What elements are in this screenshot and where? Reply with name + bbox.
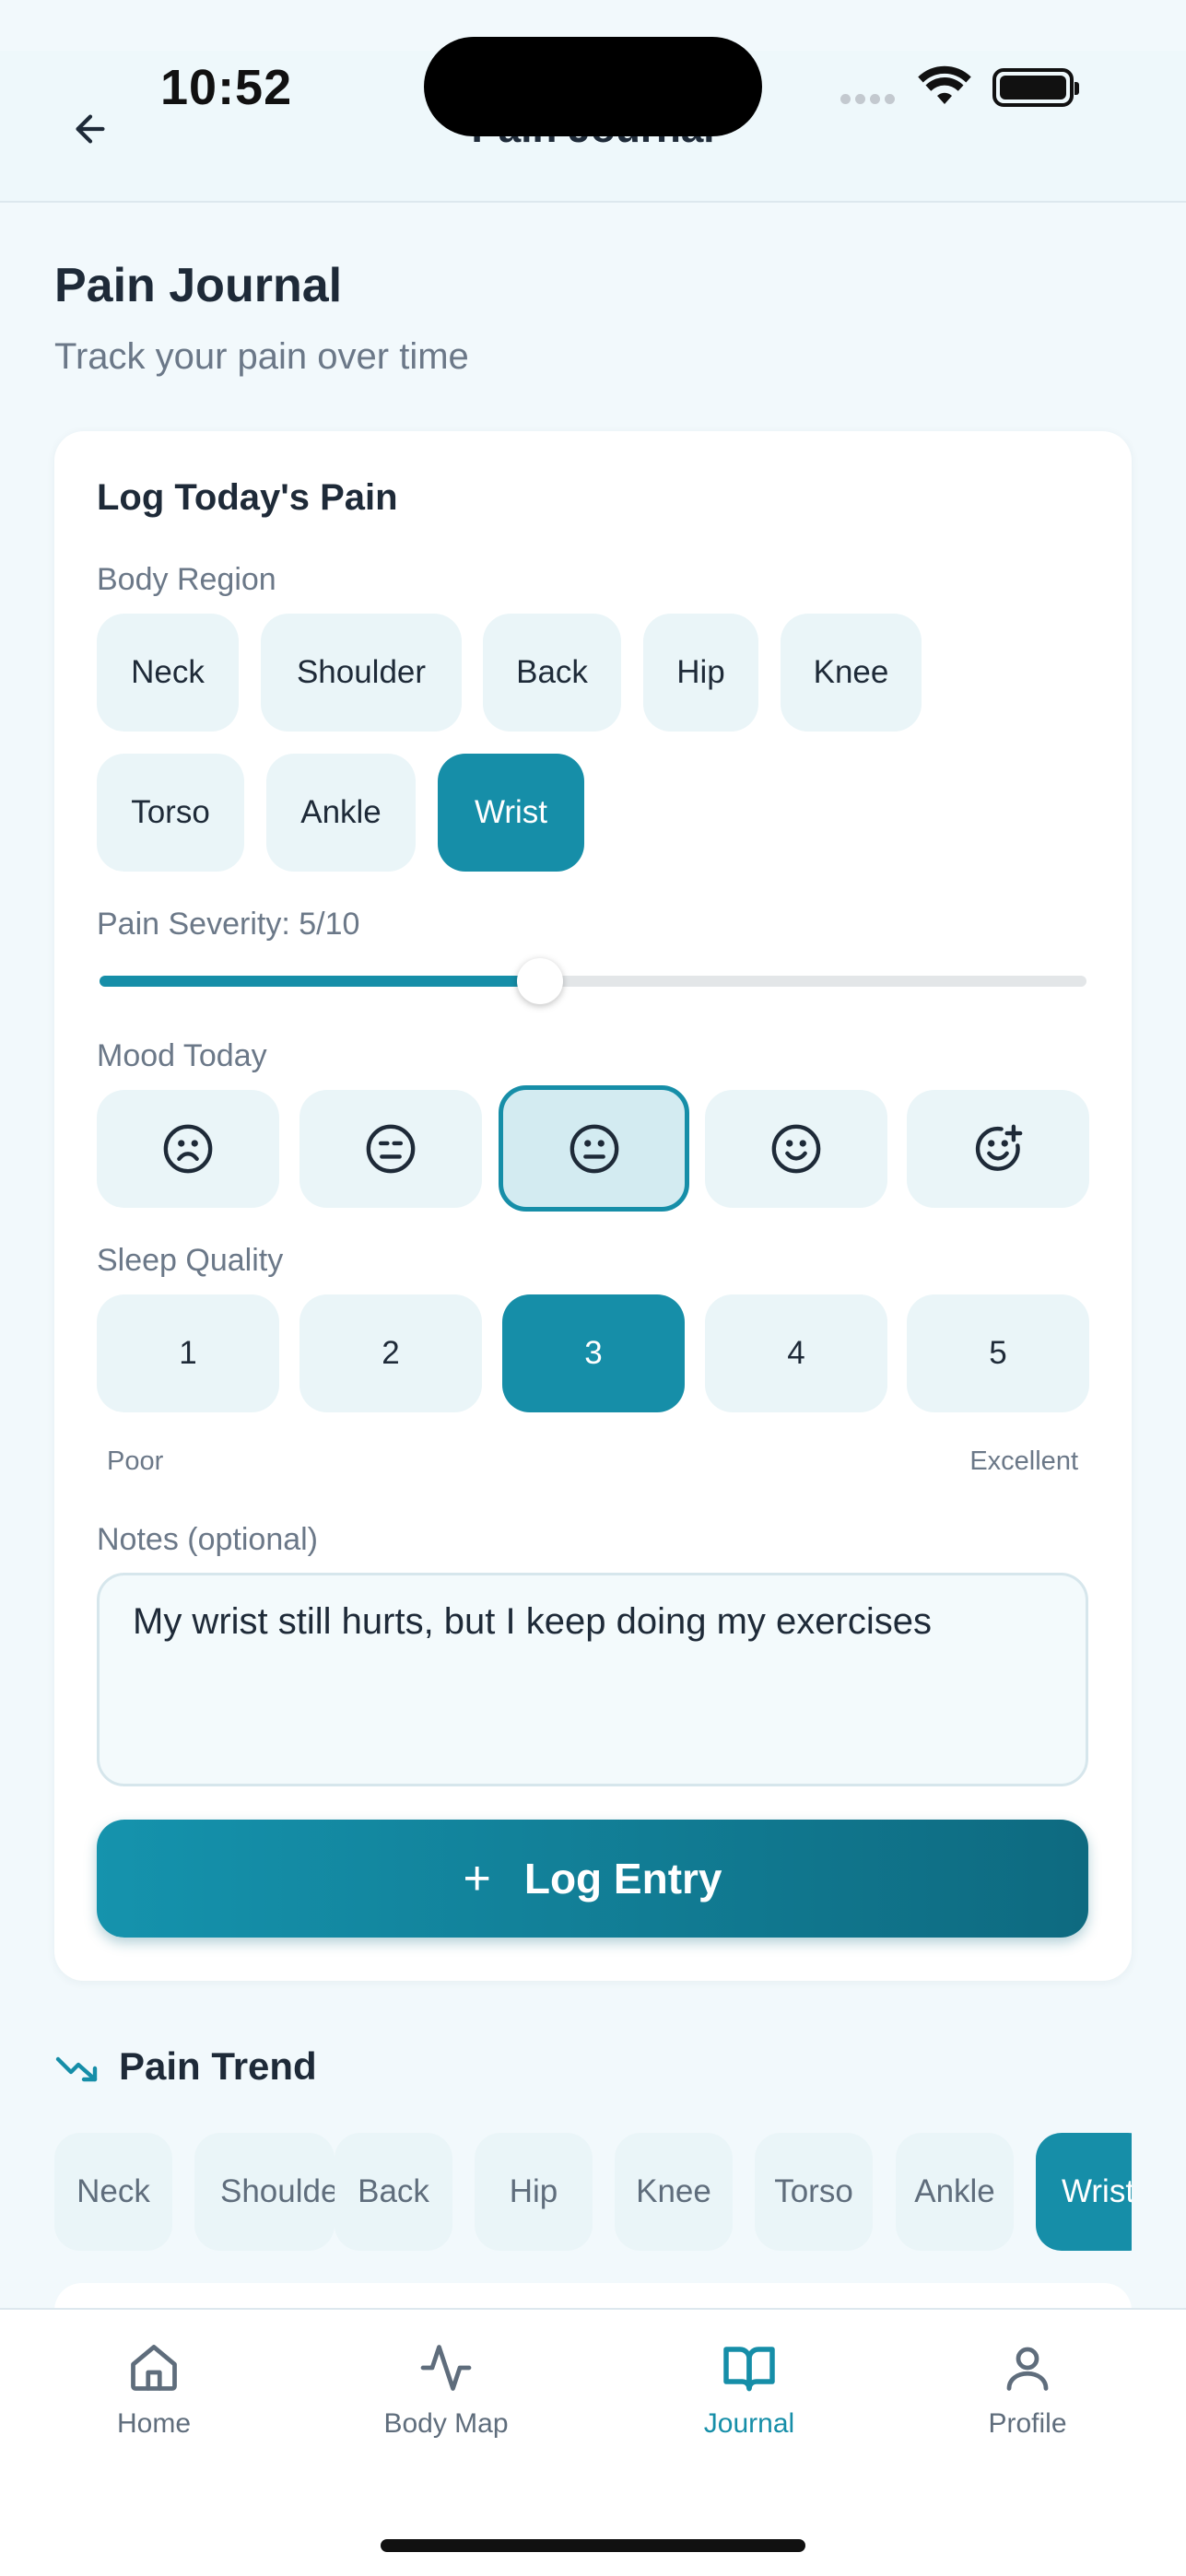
log-card-title: Log Today's Pain	[97, 477, 398, 518]
trend-chip-torso[interactable]: Torso	[755, 2133, 873, 2251]
tab-body-map-label: Body Map	[383, 2408, 509, 2439]
region-chip-hip[interactable]: Hip	[643, 614, 758, 732]
notes-label: Notes (optional)	[97, 1522, 319, 1557]
region-chip-back[interactable]: Back	[483, 614, 621, 732]
activity-icon	[420, 2345, 472, 2391]
mood-option-4[interactable]	[705, 1090, 887, 1208]
very-happy-face-icon	[975, 1124, 1023, 1171]
very-sad-face-icon	[163, 1124, 213, 1174]
sleep-scale-low: Poor	[107, 1446, 164, 1476]
book-open-icon	[723, 2347, 775, 2392]
neutral-face-icon	[570, 1124, 618, 1173]
trending-down-icon	[55, 2056, 98, 2082]
tab-profile[interactable]: Profile	[908, 2340, 1147, 2440]
trend-chip-knee[interactable]: Knee	[615, 2133, 733, 2251]
mood-option-3[interactable]	[499, 1085, 689, 1212]
region-chip-torso[interactable]: Torso	[97, 754, 244, 872]
pain-trend-title: Pain Trend	[119, 2044, 317, 2088]
sleep-option-1[interactable]: 1	[97, 1294, 279, 1412]
trend-chip-shoulder[interactable]: Shoulder	[194, 2133, 335, 2251]
notes-textarea[interactable]: My wrist still hurts, but I keep doing m…	[97, 1573, 1088, 1786]
sleep-scale-high: Excellent	[969, 1446, 1078, 1476]
sleep-option-3[interactable]: 3	[502, 1294, 685, 1412]
mood-option-5[interactable]	[907, 1090, 1089, 1208]
trend-chip-hip[interactable]: Hip	[475, 2133, 593, 2251]
tab-body-map[interactable]: Body Map	[326, 2340, 566, 2440]
cellular-signal-icon	[840, 92, 899, 109]
page-subtitle: Track your pain over time	[54, 336, 469, 377]
severity-slider-thumb[interactable]	[517, 958, 563, 1004]
region-chip-shoulder[interactable]: Shoulder	[261, 614, 462, 732]
region-chip-knee[interactable]: Knee	[781, 614, 922, 732]
trend-chip-neck[interactable]: Neck	[54, 2133, 172, 2251]
log-entry-label: Log Entry	[523, 1855, 722, 1903]
tab-profile-label: Profile	[988, 2408, 1067, 2439]
pain-trend-header: Pain Trend	[54, 2044, 317, 2089]
home-icon	[131, 2345, 177, 2391]
page-title: Pain Journal	[54, 259, 343, 312]
trend-chip-ankle[interactable]: Ankle	[896, 2133, 1014, 2251]
region-chip-ankle[interactable]: Ankle	[266, 754, 416, 872]
tab-journal-label: Journal	[703, 2408, 795, 2439]
mood-option-2[interactable]	[299, 1090, 482, 1208]
status-bar: 10:52	[0, 0, 1186, 136]
user-icon	[1006, 2347, 1049, 2391]
tab-home-label: Home	[116, 2408, 192, 2439]
sleep-option-2[interactable]: 2	[299, 1294, 482, 1412]
severity-label: Pain Severity: 5/10	[97, 907, 360, 942]
status-time: 10:52	[160, 60, 293, 115]
wifi-icon	[918, 65, 971, 104]
mood-label: Mood Today	[97, 1038, 267, 1073]
trend-chip-wrist[interactable]: Wrist	[1036, 2133, 1132, 2251]
happy-face-icon	[771, 1124, 821, 1174]
sleep-label: Sleep Quality	[97, 1243, 284, 1278]
tab-journal[interactable]: Journal	[629, 2340, 869, 2440]
home-indicator	[381, 2539, 805, 2552]
trend-chip-back[interactable]: Back	[335, 2133, 452, 2251]
region-chip-wrist[interactable]: Wrist	[438, 754, 584, 872]
region-chip-neck[interactable]: Neck	[97, 614, 239, 732]
tab-home[interactable]: Home	[34, 2340, 274, 2440]
battery-icon	[992, 68, 1079, 107]
plus-icon: +	[463, 1852, 491, 1905]
severity-slider-fill	[100, 976, 540, 987]
body-region-label: Body Region	[97, 562, 276, 597]
trend-region-scroller[interactable]: Neck Shoulder Back Hip Knee Torso Ankle …	[54, 2119, 1132, 2266]
log-entry-button[interactable]: + Log Entry	[97, 1820, 1088, 1938]
sleep-option-5[interactable]: 5	[907, 1294, 1089, 1412]
dynamic-island	[424, 37, 762, 136]
sleep-option-4[interactable]: 4	[705, 1294, 887, 1412]
unhappy-face-icon	[366, 1124, 416, 1174]
mood-option-1[interactable]	[97, 1090, 279, 1208]
